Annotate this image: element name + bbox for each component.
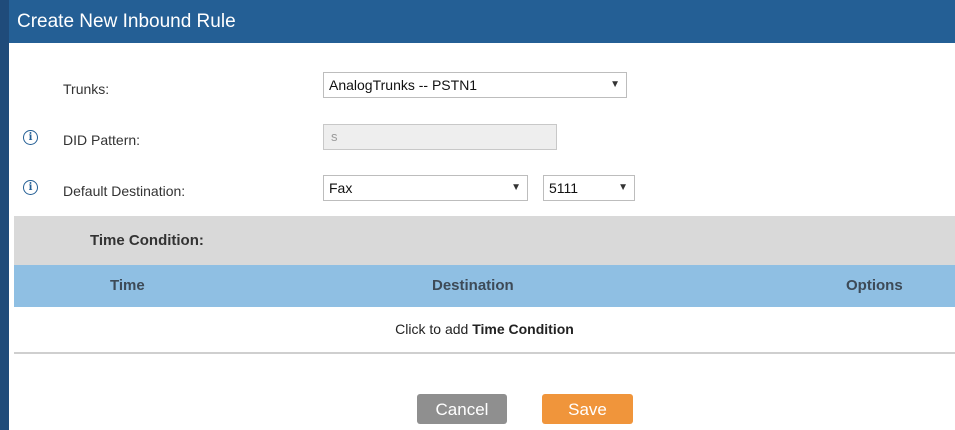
info-icon[interactable]: i xyxy=(23,130,38,145)
cancel-button[interactable]: Cancel xyxy=(417,394,507,424)
dialog-title: Create New Inbound Rule xyxy=(9,0,955,43)
destination-extension-select[interactable]: 5111 ▼ xyxy=(543,175,635,201)
chevron-down-icon: ▼ xyxy=(610,79,620,90)
destination-type-value: Fax xyxy=(329,180,353,196)
window-left-border xyxy=(0,0,9,430)
trunks-select-value: AnalogTrunks -- PSTN1 xyxy=(329,77,478,93)
info-icon[interactable]: i xyxy=(23,180,38,195)
time-condition-section: Time Condition: Time Destination Options… xyxy=(14,216,955,354)
default-destination-label: Default Destination: xyxy=(63,183,186,199)
destination-type-select[interactable]: Fax ▼ xyxy=(323,175,528,201)
did-pattern-field: s xyxy=(323,124,557,150)
trunks-label: Trunks: xyxy=(63,81,110,97)
save-button[interactable]: Save xyxy=(542,394,633,424)
column-header-options: Options xyxy=(846,277,903,294)
chevron-down-icon: ▼ xyxy=(511,182,521,193)
add-time-condition-link[interactable]: Click to add Time Condition xyxy=(14,307,955,354)
did-pattern-label: DID Pattern: xyxy=(63,132,141,148)
trunks-select[interactable]: AnalogTrunks -- PSTN1 ▼ xyxy=(323,72,627,98)
column-header-time: Time xyxy=(110,277,145,294)
add-time-condition-prefix: Click to add xyxy=(395,321,473,337)
column-header-destination: Destination xyxy=(432,277,514,294)
chevron-down-icon: ▼ xyxy=(618,182,628,193)
time-condition-table-header: Time Destination Options xyxy=(14,265,955,307)
time-condition-title: Time Condition: xyxy=(14,216,955,265)
destination-extension-value: 5111 xyxy=(549,180,579,196)
add-time-condition-label: Time Condition xyxy=(472,321,574,337)
